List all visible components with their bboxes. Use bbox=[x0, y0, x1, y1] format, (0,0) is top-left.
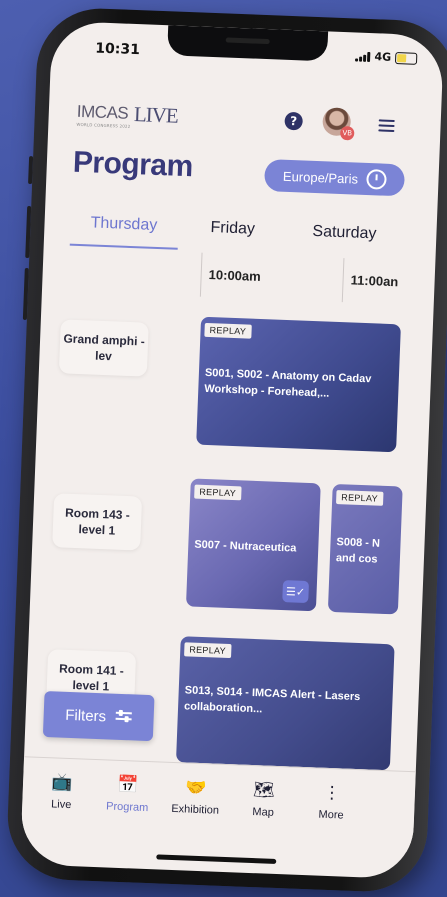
session-title: S013, S014 - IMCAS Alert - Lasers collab… bbox=[183, 684, 361, 716]
session-card[interactable]: REPLAY S001, S002 - Anatomy on Cadav Wor… bbox=[196, 316, 401, 453]
day-tabs: Thursday Friday Saturday bbox=[69, 200, 412, 259]
signal-icon bbox=[355, 51, 371, 62]
tab-program[interactable]: 📅 Program bbox=[92, 774, 163, 815]
tab-more-label: More bbox=[318, 808, 344, 822]
home-indicator bbox=[156, 854, 277, 864]
sliders-icon bbox=[115, 709, 133, 724]
time-divider bbox=[199, 252, 203, 297]
tab-map[interactable]: 🗺 Map bbox=[228, 779, 299, 820]
room-143[interactable]: Room 143 - level 1 bbox=[52, 493, 143, 551]
session-title: S001, S002 - Anatomy on Cadav Workshop -… bbox=[204, 366, 372, 400]
tab-exhibition[interactable]: 🤝 Exhibition bbox=[160, 777, 231, 818]
volume-up-button bbox=[25, 205, 32, 259]
tab-saturday[interactable]: Saturday bbox=[312, 223, 377, 243]
session-title: S008 - N and cos bbox=[335, 536, 381, 566]
tab-program-label: Program bbox=[105, 800, 149, 815]
session-title: S007 - Nutraceutica bbox=[194, 538, 297, 555]
active-tab-indicator bbox=[69, 243, 178, 250]
time-label-10am: 10:00am bbox=[208, 266, 262, 284]
status-time: 10:31 bbox=[95, 40, 141, 59]
time-header: 10:00am 11:00an bbox=[199, 252, 412, 305]
add-to-list-icon[interactable]: ☰✓ bbox=[282, 580, 310, 604]
tab-thursday[interactable]: Thursday bbox=[90, 214, 157, 235]
tab-more[interactable]: ⋮ More bbox=[296, 782, 367, 823]
timezone-button[interactable]: Europe/Paris bbox=[263, 159, 406, 197]
avatar-badge: VB bbox=[339, 125, 355, 141]
room-grand-amphi[interactable]: Grand amphi - lev bbox=[58, 319, 149, 377]
logo-subtitle: WORLD CONGRESS 2022 bbox=[76, 121, 131, 129]
map-icon: 🗺 bbox=[252, 780, 276, 800]
calendar-icon: 📅 bbox=[117, 774, 140, 795]
logo-text: IMCAS bbox=[76, 101, 129, 123]
session-card[interactable]: REPLAY S007 - Nutraceutica ☰✓ bbox=[185, 478, 321, 612]
volume-down-button bbox=[22, 267, 29, 321]
tab-map-label: Map bbox=[252, 806, 275, 819]
tab-friday[interactable]: Friday bbox=[210, 219, 255, 239]
notch bbox=[167, 25, 329, 62]
replay-badge: REPLAY bbox=[204, 322, 252, 339]
replay-badge: REPLAY bbox=[194, 484, 242, 501]
mute-switch bbox=[28, 155, 34, 185]
time-divider bbox=[341, 258, 345, 303]
replay-badge: REPLAY bbox=[184, 642, 232, 659]
help-icon[interactable]: ? bbox=[284, 111, 304, 131]
tab-live[interactable]: 📺 Live bbox=[26, 771, 97, 812]
app-logo: IMCAS WORLD CONGRESS 2022 LIVE bbox=[76, 102, 178, 131]
app-screen: 10:31 4G IMCAS WORLD CONGRESS 2022 LIVE … bbox=[19, 20, 445, 880]
list-menu-icon[interactable] bbox=[378, 119, 395, 132]
page-title: Program bbox=[72, 145, 194, 184]
session-card[interactable]: REPLAY S013, S014 - IMCAS Alert - Lasers… bbox=[175, 636, 395, 771]
logo-live: LIVE bbox=[133, 101, 179, 128]
more-icon: ⋮ bbox=[323, 782, 341, 803]
tv-icon: 📺 bbox=[51, 772, 74, 793]
filters-label: Filters bbox=[64, 706, 107, 725]
handshake-icon: 🤝 bbox=[185, 777, 207, 798]
filters-button[interactable]: Filters bbox=[42, 690, 155, 742]
status-indicators: 4G bbox=[355, 49, 418, 65]
tab-live-label: Live bbox=[50, 798, 72, 812]
bottom-tab-bar: 📺 Live 📅 Program 🤝 Exhibition 🗺 Map ⋮ Mo… bbox=[20, 756, 416, 853]
time-label-11am: 11:00an bbox=[350, 272, 399, 290]
phone-frame: 10:31 4G IMCAS WORLD CONGRESS 2022 LIVE … bbox=[5, 6, 447, 894]
tab-exhibition-label: Exhibition bbox=[171, 802, 220, 817]
clock-icon bbox=[365, 168, 387, 190]
network-label: 4G bbox=[374, 50, 392, 64]
session-card[interactable]: REPLAY S008 - N and cos bbox=[327, 483, 403, 615]
replay-badge: REPLAY bbox=[336, 490, 384, 506]
timezone-label: Europe/Paris bbox=[282, 168, 359, 187]
battery-icon bbox=[394, 51, 418, 65]
